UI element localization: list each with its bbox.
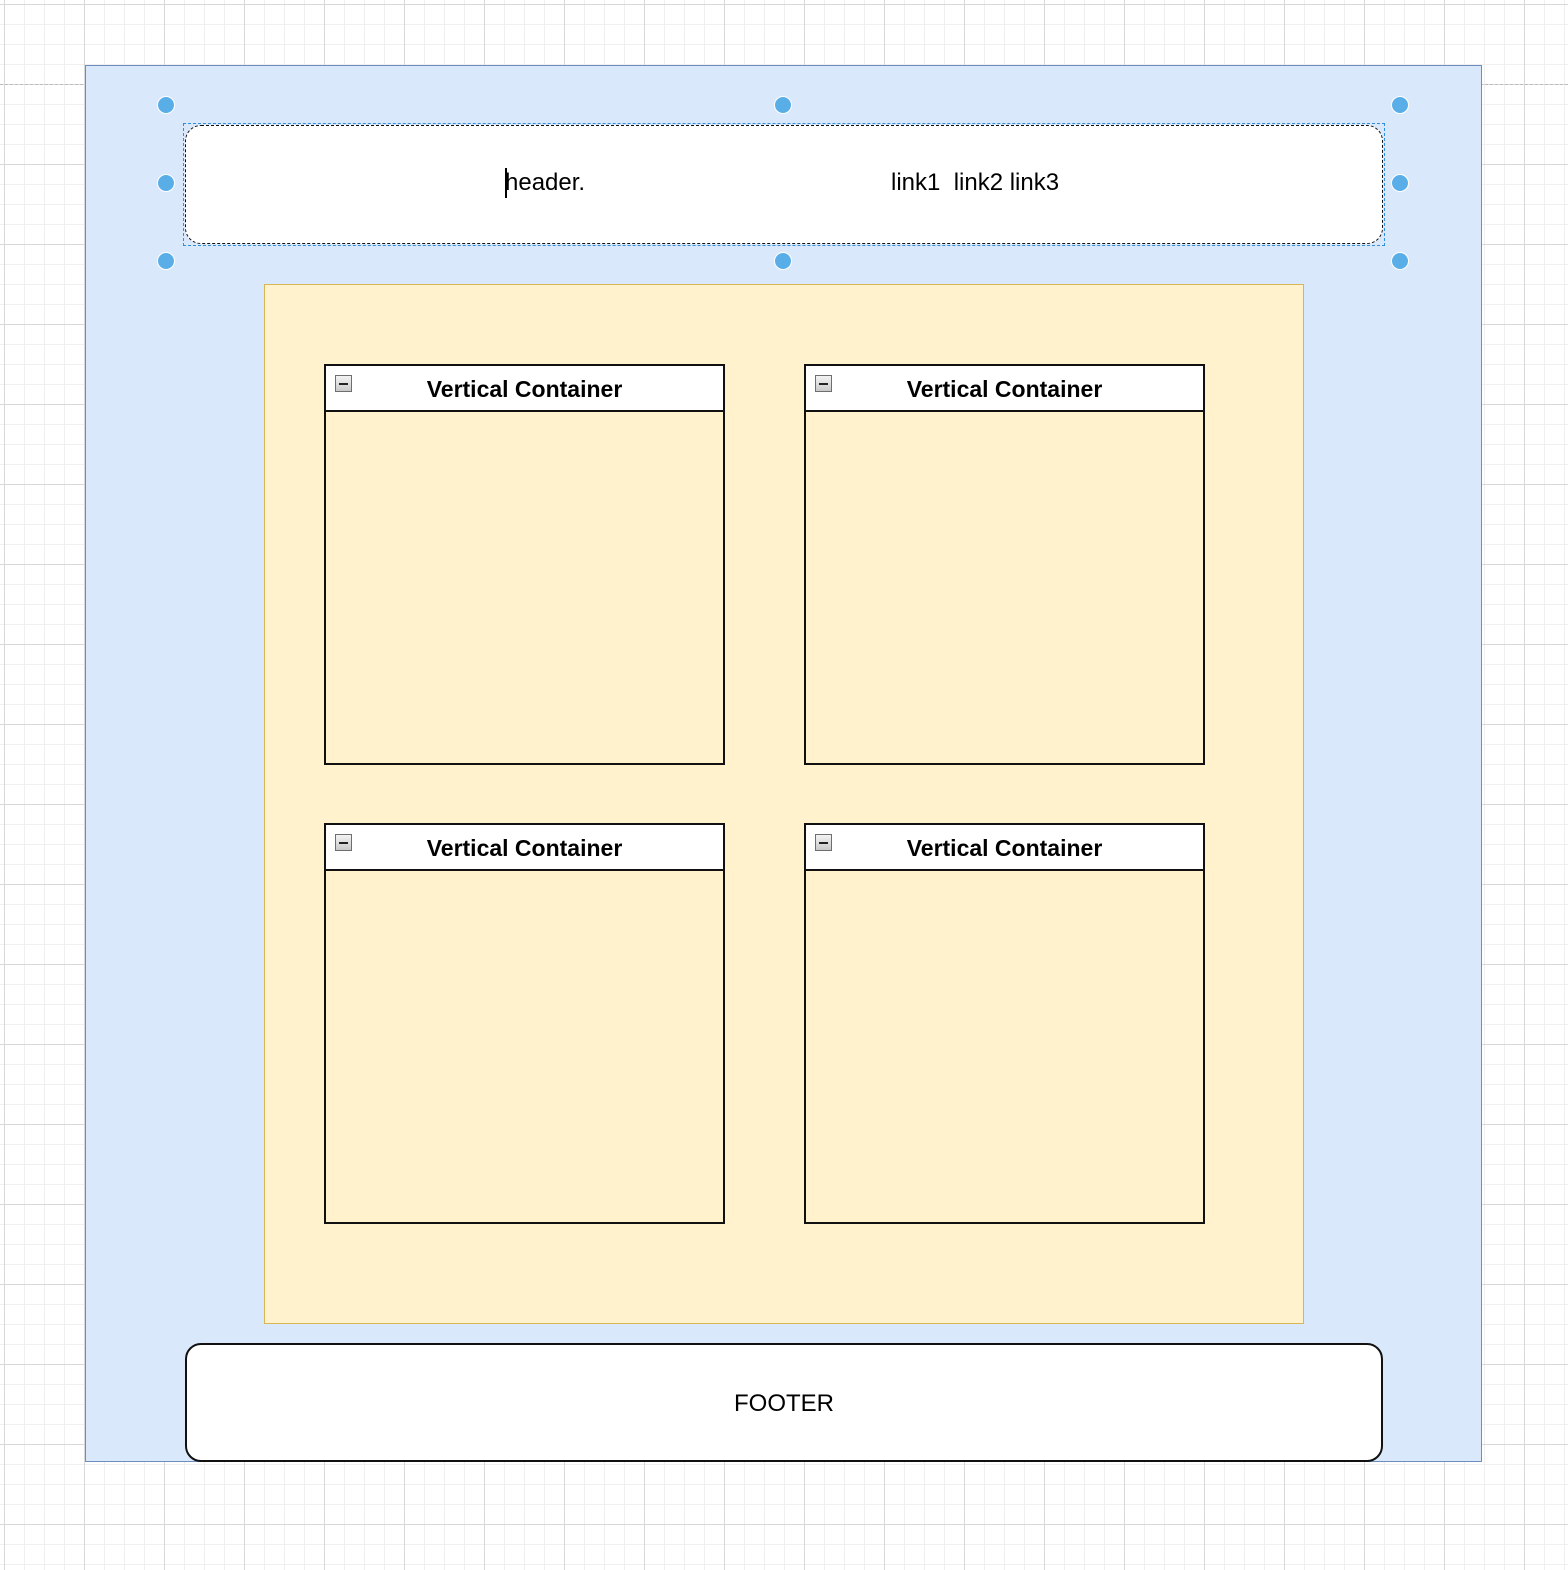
header-title[interactable]: header. <box>505 169 585 197</box>
vertical-container[interactable]: Vertical Container <box>324 364 725 765</box>
vertical-container-header[interactable]: Vertical Container <box>326 366 723 412</box>
vertical-container-label: Vertical Container <box>426 835 623 861</box>
footer-shape[interactable]: FOOTER <box>185 1343 1383 1462</box>
resize-handle-left[interactable] <box>157 174 175 192</box>
resize-handle-bottom[interactable] <box>774 252 792 270</box>
vertical-container[interactable]: Vertical Container <box>804 823 1205 1224</box>
vertical-container-header[interactable]: Vertical Container <box>806 366 1203 412</box>
vertical-container-label: Vertical Container <box>906 835 1103 861</box>
resize-handle-top-right[interactable] <box>1391 96 1409 114</box>
header-shape[interactable] <box>185 125 1383 244</box>
resize-handle-right[interactable] <box>1391 174 1409 192</box>
text-caret <box>505 168 507 198</box>
header-links[interactable]: link1 link2 link3 <box>891 169 1059 197</box>
footer-label: FOOTER <box>734 1390 834 1417</box>
vertical-container-label: Vertical Container <box>426 376 623 402</box>
vertical-container-label: Vertical Container <box>906 376 1103 402</box>
resize-handle-top-left[interactable] <box>157 96 175 114</box>
vertical-container-header[interactable]: Vertical Container <box>806 825 1203 871</box>
vertical-container[interactable]: Vertical Container <box>804 364 1205 765</box>
resize-handle-bottom-right[interactable] <box>1391 252 1409 270</box>
resize-handle-bottom-left[interactable] <box>157 252 175 270</box>
vertical-container[interactable]: Vertical Container <box>324 823 725 1224</box>
resize-handle-top[interactable] <box>774 96 792 114</box>
vertical-container-header[interactable]: Vertical Container <box>326 825 723 871</box>
